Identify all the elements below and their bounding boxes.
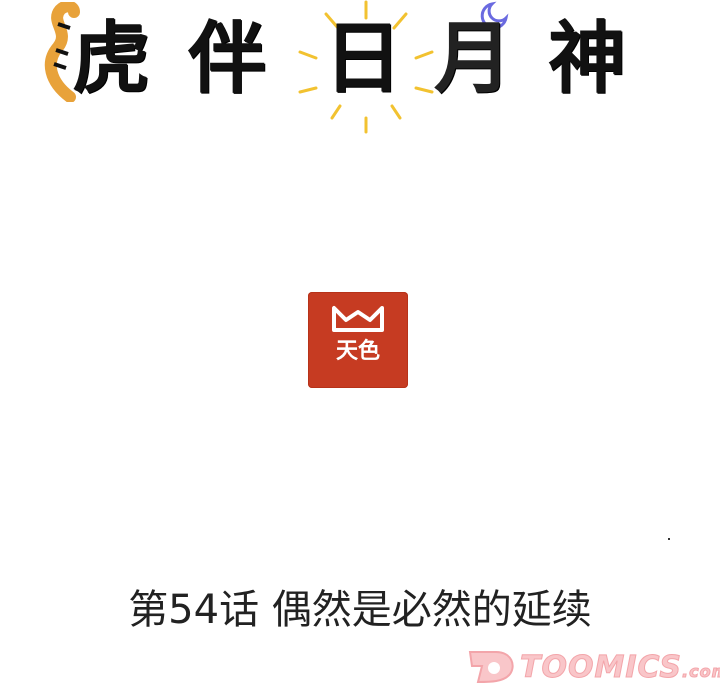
title-char-4: 月 bbox=[434, 14, 513, 104]
toomics-logo-icon bbox=[468, 651, 514, 684]
comic-title: 虎 伴 日 月 神 bbox=[0, 0, 720, 140]
watermark-text: TOOMICS.com bbox=[519, 650, 720, 686]
stray-dot bbox=[668, 538, 670, 540]
title-char-5: 神 bbox=[548, 14, 627, 104]
watermark-suffix: .com bbox=[682, 662, 720, 682]
title-char-3: 日 bbox=[324, 14, 403, 104]
watermark: TOOMICS.com bbox=[466, 640, 720, 692]
seal-label: 天色 bbox=[335, 339, 380, 364]
publisher-seal: 天色 bbox=[308, 292, 408, 388]
title-char-1: 虎 bbox=[72, 14, 151, 104]
watermark-brand: TOOMICS bbox=[519, 650, 683, 686]
cat-ears-icon bbox=[332, 306, 384, 332]
chapter-title: 第54话 偶然是必然的延续 bbox=[128, 587, 592, 633]
title-char-2: 伴 bbox=[188, 14, 267, 104]
